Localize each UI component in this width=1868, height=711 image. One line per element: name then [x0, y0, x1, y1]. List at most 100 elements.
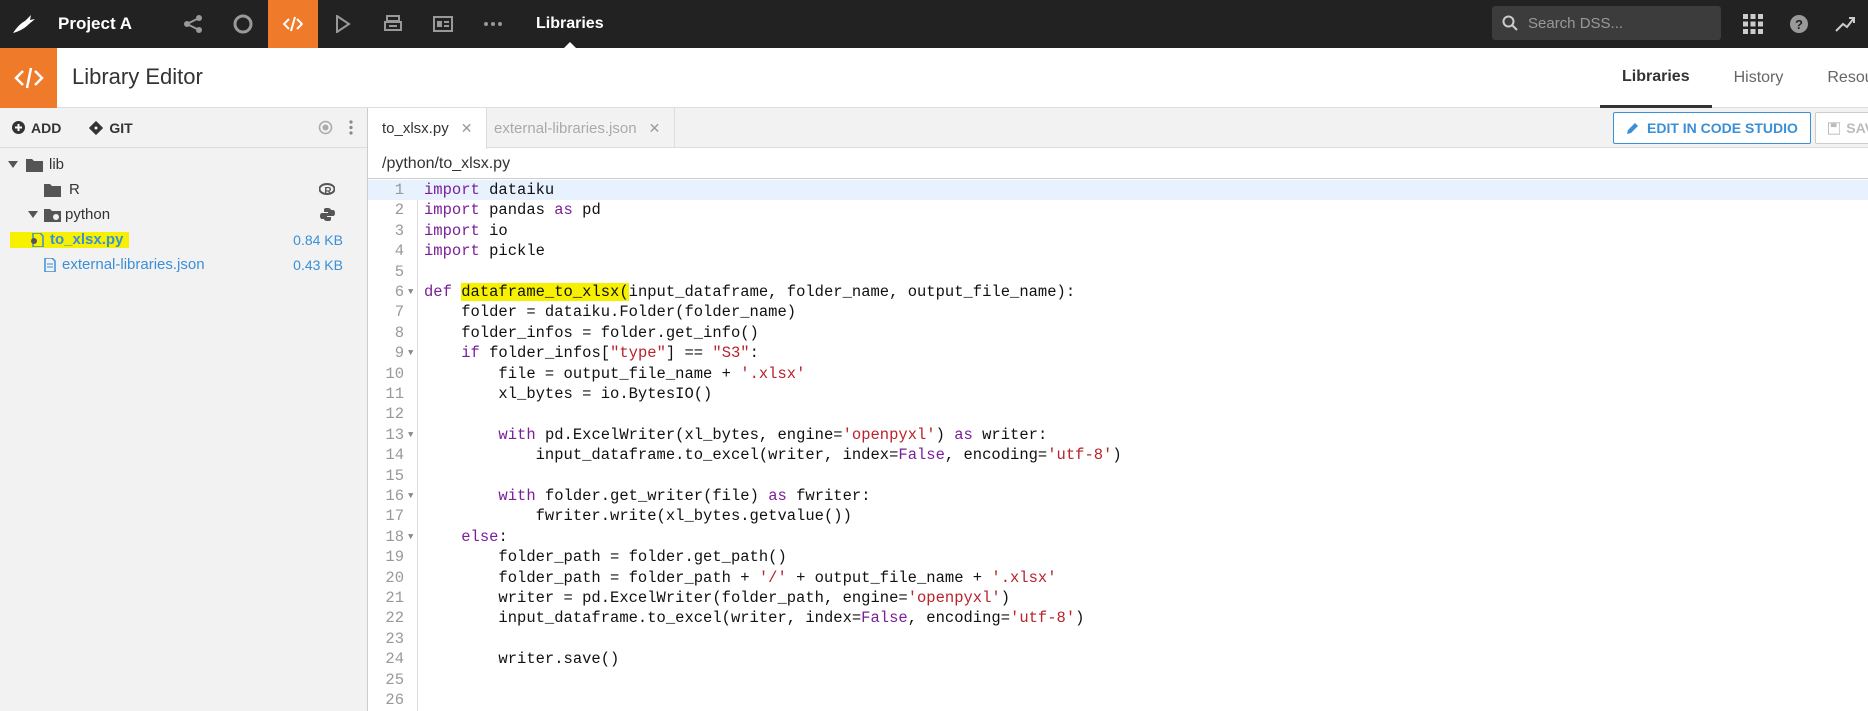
- code-line[interactable]: 6 ▼ def dataframe_to_xlsx(input_dataframe,…: [368, 282, 1868, 302]
- code-line[interactable]: 17 fwriter.write(xl_bytes.getvalue()): [368, 506, 1868, 526]
- tab-history[interactable]: History: [1712, 48, 1806, 108]
- more-icon[interactable]: [468, 0, 518, 48]
- editor-tab-to-xlsx[interactable]: to_xlsx.py ✕: [368, 108, 488, 149]
- fold-arrow-icon[interactable]: ▼: [408, 486, 418, 506]
- save-button[interactable]: SAV: [1815, 112, 1868, 144]
- tab-resources[interactable]: Resour: [1805, 48, 1868, 108]
- editor-tab-external-libraries[interactable]: external-libraries.json ✕: [480, 108, 676, 148]
- python-file-icon: [31, 232, 44, 247]
- apps-grid-icon[interactable]: [1730, 0, 1776, 48]
- close-icon[interactable]: ✕: [461, 120, 473, 137]
- line-number: 2: [394, 201, 404, 220]
- caret-down-icon[interactable]: [26, 208, 40, 222]
- line-number: 15: [385, 466, 404, 485]
- code-line[interactable]: 10 file = output_file_name + '.xlsx': [368, 364, 1868, 384]
- file-tree: lib R R python to_xlsx.py 0.84 KB extern…: [0, 148, 367, 277]
- target-icon[interactable]: [318, 120, 333, 135]
- folder-icon: [26, 158, 43, 172]
- help-icon[interactable]: ?: [1776, 0, 1822, 48]
- tree-item-label: lib: [49, 156, 65, 173]
- code-line[interactable]: 23: [368, 629, 1868, 649]
- pencil-icon: [1627, 122, 1638, 134]
- line-number: 3: [394, 221, 404, 240]
- tab-libraries[interactable]: Libraries: [1600, 48, 1712, 108]
- code-line[interactable]: 8 folder_infos = folder.get_info(): [368, 323, 1868, 343]
- flow-icon[interactable]: [168, 0, 218, 48]
- kebab-menu-icon[interactable]: [349, 120, 353, 135]
- code-line[interactable]: 5: [368, 262, 1868, 282]
- code-line[interactable]: 9 ▼ if folder_infos["type"] == "S3":: [368, 343, 1868, 363]
- close-icon[interactable]: ✕: [649, 120, 661, 137]
- file-size: 0.84 KB: [293, 231, 343, 248]
- code-line[interactable]: 18 ▼ else:: [368, 527, 1868, 547]
- code-line[interactable]: 22 input_dataframe.to_excel(writer, inde…: [368, 608, 1868, 628]
- code-line[interactable]: 19 folder_path = folder.get_path(): [368, 547, 1868, 567]
- tree-item-label: external-libraries.json: [62, 256, 205, 273]
- fold-arrow-icon[interactable]: ▼: [408, 282, 418, 302]
- code-line[interactable]: 12: [368, 404, 1868, 424]
- dataiku-bird-logo[interactable]: [0, 0, 48, 48]
- tree-item-python[interactable]: python: [0, 202, 367, 227]
- tree-item-to-xlsx[interactable]: to_xlsx.py 0.84 KB: [0, 227, 367, 252]
- tab-label: to_xlsx.py: [382, 120, 449, 137]
- fold-arrow-icon[interactable]: ▼: [408, 425, 418, 445]
- lifebuoy-icon[interactable]: [218, 0, 268, 48]
- fold-arrow-icon[interactable]: ▼: [408, 343, 418, 363]
- code-line[interactable]: 4 import pickle: [368, 241, 1868, 261]
- line-number: 13: [385, 425, 404, 444]
- line-number: 7: [394, 303, 404, 322]
- play-icon[interactable]: [318, 0, 368, 48]
- code-line[interactable]: 1 import dataiku: [368, 180, 1868, 201]
- tree-item-r[interactable]: R R: [0, 177, 367, 202]
- line-number: 9: [394, 344, 404, 363]
- tree-item-label: to_xlsx.py: [50, 231, 124, 248]
- code-line[interactable]: 24 writer.save(): [368, 649, 1868, 669]
- code-editor[interactable]: 1 import dataiku 2 import pandas as pd 3 im…: [368, 180, 1868, 711]
- code-line[interactable]: 2 import pandas as pd: [368, 200, 1868, 220]
- code-line[interactable]: 11 xl_bytes = io.BytesIO(): [368, 384, 1868, 404]
- trend-icon[interactable]: [1822, 0, 1868, 48]
- file-path: /python/to_xlsx.py: [368, 149, 1868, 179]
- code-line[interactable]: 16 ▼ with folder.get_writer(file) as fwri…: [368, 486, 1868, 506]
- line-number: 19: [385, 548, 404, 567]
- svg-text:?: ?: [1795, 17, 1803, 32]
- search-input[interactable]: [1528, 14, 1708, 32]
- tree-item-lib[interactable]: lib: [0, 152, 367, 177]
- tree-item-label: R: [69, 181, 80, 198]
- search-box[interactable]: [1492, 6, 1721, 40]
- line-number: 25: [385, 670, 404, 689]
- code-icon[interactable]: [268, 0, 318, 48]
- code-icon: [0, 48, 57, 108]
- code-line[interactable]: 25: [368, 670, 1868, 690]
- code-line[interactable]: 7 folder = dataiku.Folder(folder_name): [368, 302, 1868, 322]
- caret-down-icon[interactable]: [6, 158, 20, 172]
- edit-in-code-studio-button[interactable]: EDIT IN CODE STUDIO: [1613, 112, 1811, 144]
- button-label: EDIT IN CODE STUDIO: [1647, 120, 1798, 136]
- code-line[interactable]: 15: [368, 466, 1868, 486]
- current-section[interactable]: Libraries: [536, 0, 604, 48]
- project-name[interactable]: Project A: [58, 14, 168, 34]
- python-icon: [320, 208, 335, 221]
- page-title: Library Editor: [72, 64, 203, 89]
- right-icons: ?: [1730, 0, 1868, 48]
- code-line[interactable]: 26: [368, 690, 1868, 710]
- code-line[interactable]: 14 input_dataframe.to_excel(writer, inde…: [368, 445, 1868, 465]
- line-number: 14: [385, 446, 404, 465]
- printer-icon[interactable]: [368, 0, 418, 48]
- dashboard-icon[interactable]: [418, 0, 468, 48]
- json-file-icon: [44, 257, 56, 272]
- line-number: 23: [385, 629, 404, 648]
- line-number: 16: [385, 487, 404, 505]
- r-language-icon: R: [319, 183, 335, 196]
- line-number: 4: [394, 242, 404, 261]
- code-line[interactable]: 13 ▼ with pd.ExcelWriter(xl_bytes, engine…: [368, 425, 1868, 445]
- fold-arrow-icon[interactable]: ▼: [408, 527, 418, 547]
- add-button[interactable]: ADD: [12, 120, 61, 136]
- code-line[interactable]: 3 import io: [368, 221, 1868, 241]
- git-icon: [89, 120, 104, 135]
- code-line[interactable]: 21 writer = pd.ExcelWriter(folder_path, …: [368, 588, 1868, 608]
- git-button[interactable]: GIT: [89, 120, 133, 136]
- top-navbar: Project A Libraries ?: [0, 0, 1868, 48]
- code-line[interactable]: 20 folder_path = folder_path + '/' + out…: [368, 568, 1868, 588]
- tree-item-external-libraries[interactable]: external-libraries.json 0.43 KB: [0, 252, 367, 277]
